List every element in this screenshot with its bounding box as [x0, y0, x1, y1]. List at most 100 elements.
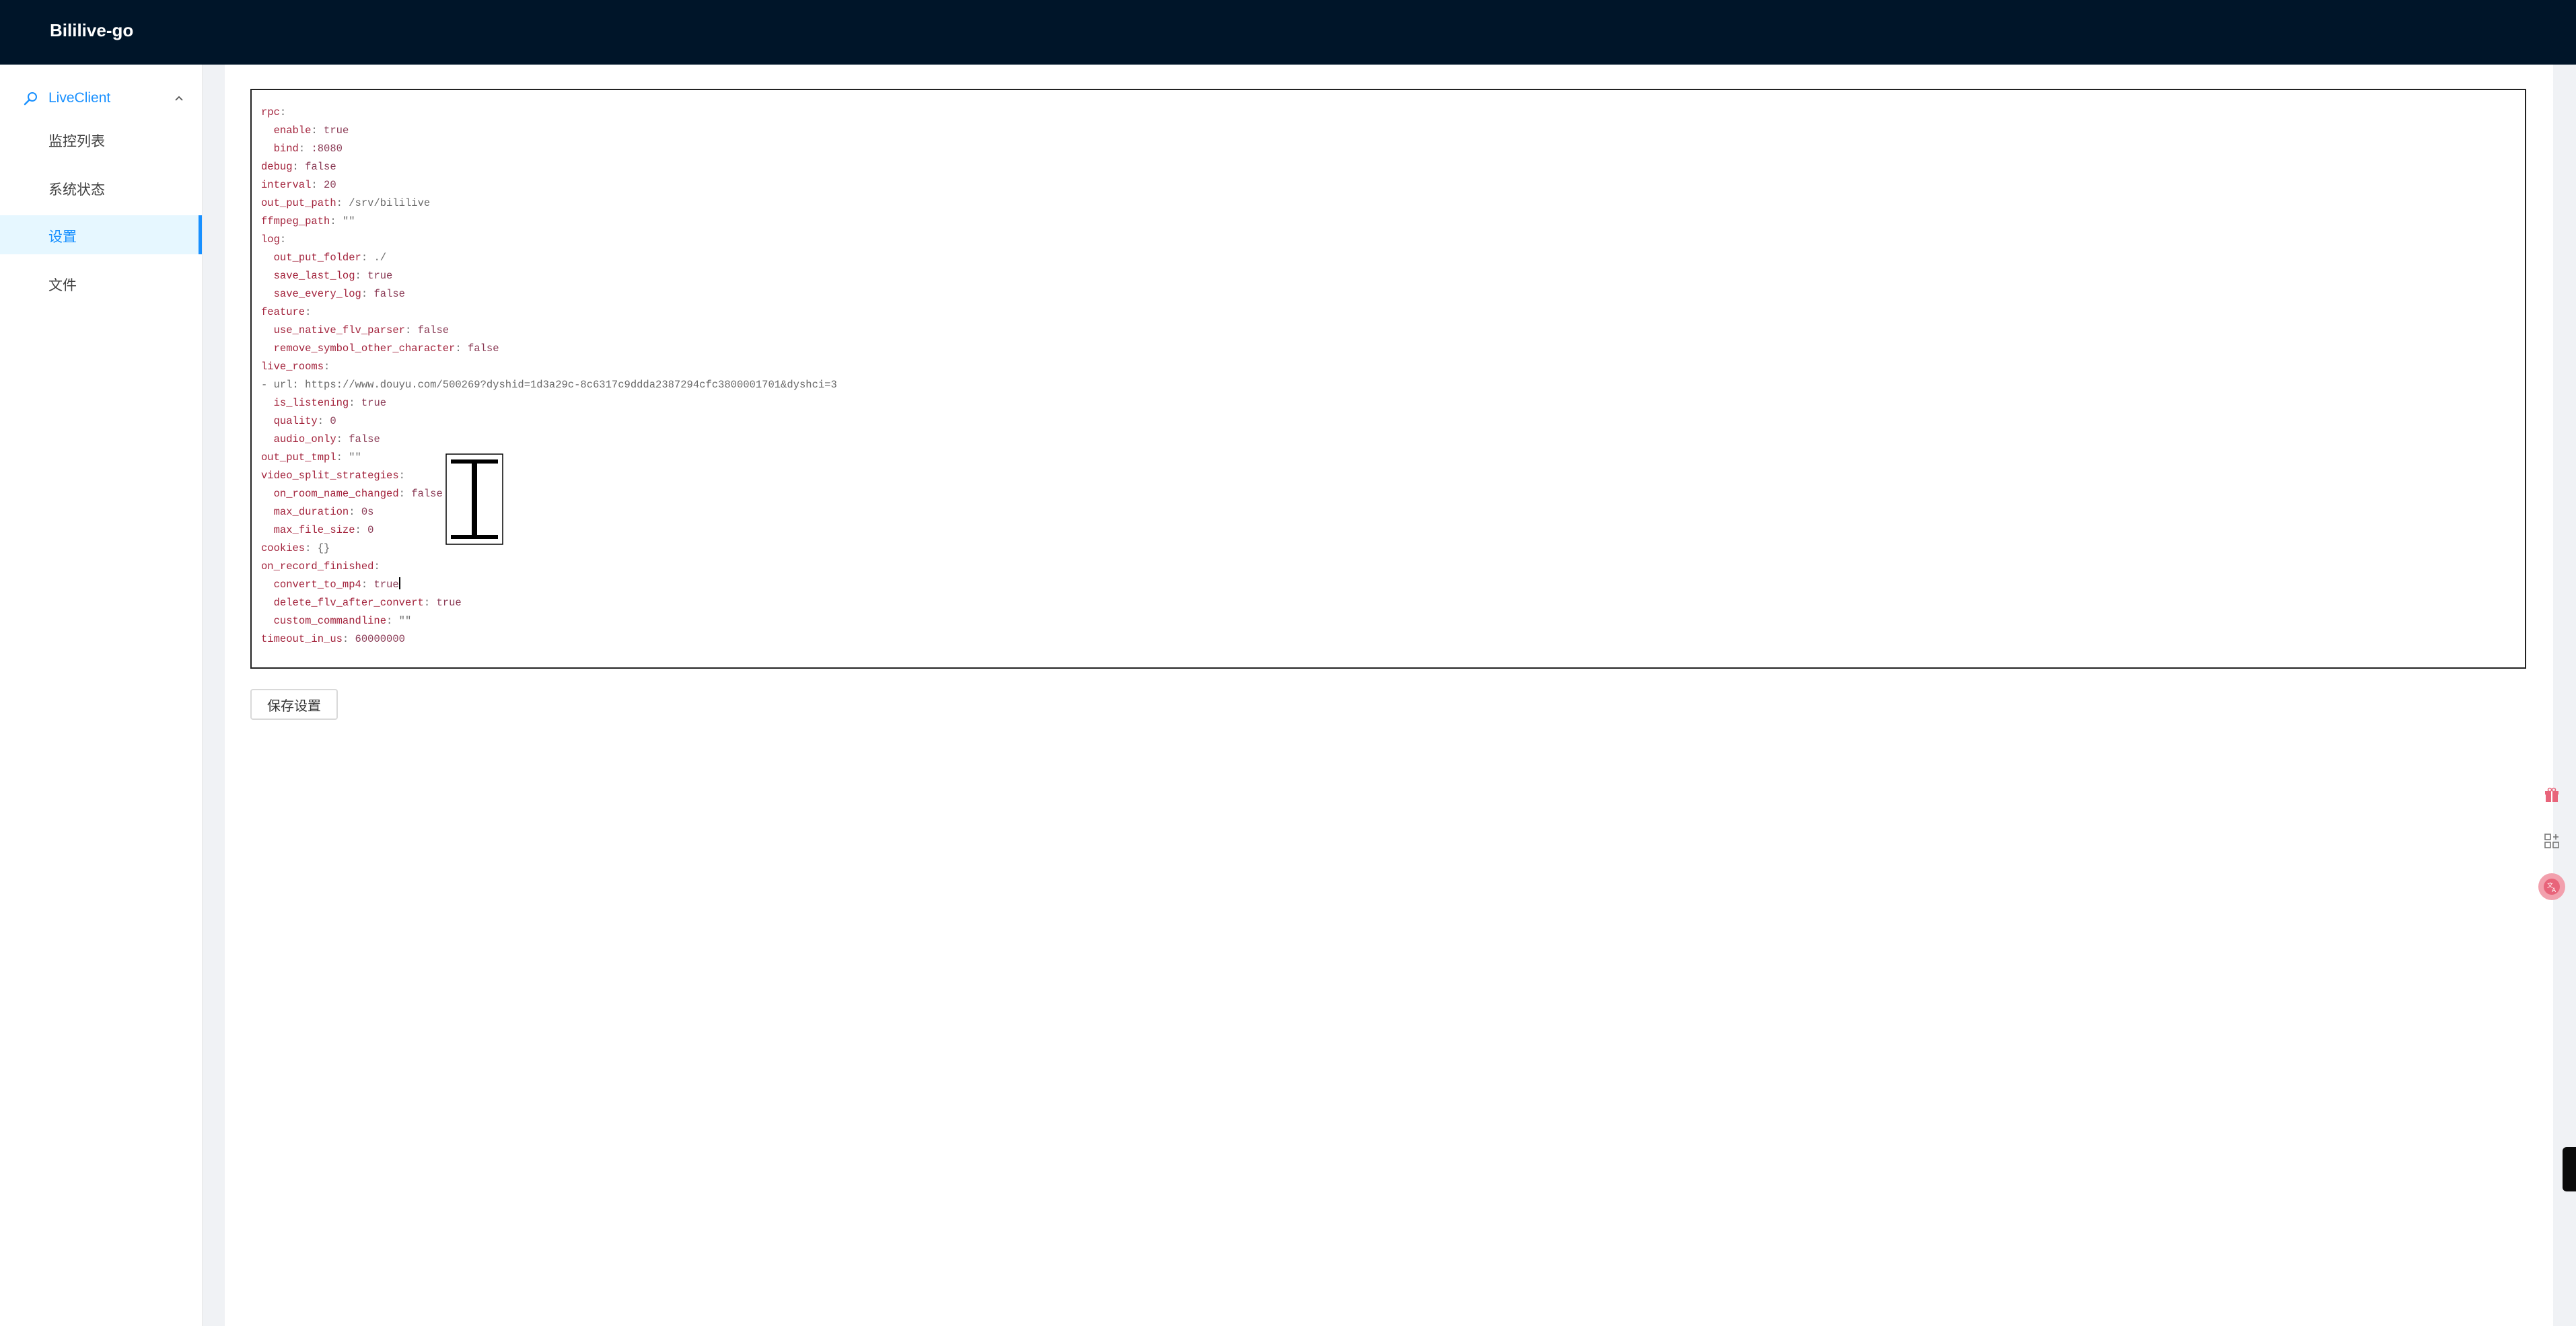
- code-line[interactable]: interval: 20: [261, 176, 837, 194]
- code-colon: :: [311, 179, 318, 191]
- code-line[interactable]: video_split_strategies:: [261, 467, 837, 485]
- code-line[interactable]: - url: https://www.douyu.com/500269?dysh…: [261, 376, 837, 394]
- code-value: 0: [330, 415, 336, 427]
- code-value: "": [349, 451, 361, 464]
- code-key: timeout_in_us: [261, 633, 343, 645]
- svg-text:A: A: [2552, 887, 2556, 894]
- code-colon: :: [361, 579, 368, 591]
- code-line[interactable]: max_duration: 0s: [261, 503, 837, 521]
- code-colon: :: [305, 542, 312, 554]
- code-key: interval: [261, 179, 312, 191]
- code-key: is_listening: [273, 397, 349, 409]
- code-line[interactable]: out_put_path: /srv/bililive: [261, 194, 837, 213]
- code-colon: :: [349, 506, 355, 518]
- code-colon: :: [330, 215, 336, 227]
- code-line[interactable]: log:: [261, 231, 837, 249]
- code-line[interactable]: max_file_size: 0: [261, 521, 837, 540]
- config-editor[interactable]: rpc: enable: true bind: :8080 debug: fals…: [250, 89, 2526, 669]
- code-value: false: [411, 488, 443, 500]
- code-line[interactable]: save_every_log: false: [261, 285, 837, 303]
- code-value: "": [398, 615, 412, 627]
- code-key: out_put_tmpl: [261, 451, 336, 464]
- code-key: max_file_size: [273, 524, 355, 536]
- code-key: feature: [261, 306, 306, 318]
- code-colon: :: [336, 433, 343, 445]
- code-value: false: [305, 161, 336, 173]
- code-key: on_room_name_changed: [273, 488, 399, 500]
- app-title: Bililive-go: [50, 20, 134, 40]
- code-value: true: [436, 597, 462, 609]
- code-line[interactable]: debug: false: [261, 158, 837, 176]
- code-line[interactable]: on_room_name_changed: false: [261, 485, 837, 503]
- code-key: rpc: [261, 106, 280, 118]
- code-colon: :: [398, 488, 405, 500]
- translate-button[interactable]: 文 A: [2538, 873, 2565, 900]
- save-settings-button[interactable]: 保存设置: [250, 689, 338, 720]
- code-colon: :: [279, 233, 287, 246]
- code-line[interactable]: save_last_log: true: [261, 267, 837, 285]
- sidebar-group-liveclient[interactable]: LiveClient: [0, 78, 202, 120]
- sidebar-item-files[interactable]: 文件: [0, 264, 202, 303]
- code-line[interactable]: quality: 0: [261, 412, 837, 431]
- code-line[interactable]: out_put_tmpl: "": [261, 449, 837, 467]
- sidebar: LiveClient 监控列表 系统状态 设置 文件: [0, 65, 203, 1326]
- code-colon: :: [279, 106, 287, 118]
- code-key: convert_to_mp4: [273, 579, 361, 591]
- code-line[interactable]: out_put_folder: ./: [261, 249, 837, 267]
- side-drawer-handle[interactable]: [2563, 1147, 2576, 1191]
- sidebar-item-label: 系统状态: [48, 182, 105, 198]
- sidebar-item-settings[interactable]: 设置: [0, 215, 202, 254]
- code-line[interactable]: feature:: [261, 303, 837, 322]
- code-value: 0s: [361, 506, 374, 518]
- code-line[interactable]: use_native_flv_parser: false: [261, 322, 837, 340]
- code-colon: :: [355, 270, 361, 282]
- code-key: log: [261, 233, 280, 246]
- code-line[interactable]: ffmpeg_path: "": [261, 213, 837, 231]
- code-line[interactable]: delete_flv_after_convert: true: [261, 594, 837, 612]
- code-line[interactable]: live_rooms:: [261, 358, 837, 376]
- code-line[interactable]: enable: true: [261, 122, 837, 140]
- code-line[interactable]: custom_commandline: "": [261, 612, 837, 630]
- code-key: url: [273, 379, 293, 391]
- code-line[interactable]: rpc:: [261, 104, 837, 122]
- sidebar-item-label: 监控列表: [48, 133, 105, 149]
- code-line[interactable]: audio_only: false: [261, 431, 837, 449]
- code-value: true: [361, 397, 387, 409]
- code-line[interactable]: bind: :8080: [261, 140, 837, 158]
- code-key: out_put_path: [261, 197, 336, 209]
- code-line[interactable]: is_listening: true: [261, 394, 837, 412]
- code-colon: :: [455, 342, 462, 355]
- code-value: false: [417, 324, 450, 336]
- code-indent: -: [261, 379, 274, 391]
- code-key: ffmpeg_path: [261, 215, 330, 227]
- code-line[interactable]: on_record_finished:: [261, 558, 837, 576]
- config-code[interactable]: rpc: enable: true bind: :8080 debug: fals…: [261, 104, 837, 649]
- code-colon: :: [404, 324, 412, 336]
- code-line[interactable]: remove_symbol_other_character: false: [261, 340, 837, 358]
- grid-add-button[interactable]: [2538, 827, 2565, 854]
- gift-button[interactable]: [2538, 782, 2565, 809]
- sidebar-item-system-status[interactable]: 系统状态: [0, 168, 202, 207]
- code-value: /srv/bililive: [349, 197, 431, 209]
- code-line[interactable]: cookies: {}: [261, 540, 837, 558]
- code-colon: :: [386, 615, 393, 627]
- code-line[interactable]: timeout_in_us: 60000000: [261, 630, 837, 649]
- code-colon: :: [355, 524, 361, 536]
- sidebar-item-monitor-list[interactable]: 监控列表: [0, 120, 202, 159]
- grid-add-icon: [2544, 834, 2559, 848]
- code-line[interactable]: convert_to_mp4: true: [261, 576, 837, 594]
- code-colon: :: [292, 161, 299, 173]
- top-header: Bililive-go: [0, 0, 2576, 65]
- code-colon: :: [361, 252, 368, 264]
- code-value: false: [349, 433, 380, 445]
- code-value: 20: [324, 179, 336, 191]
